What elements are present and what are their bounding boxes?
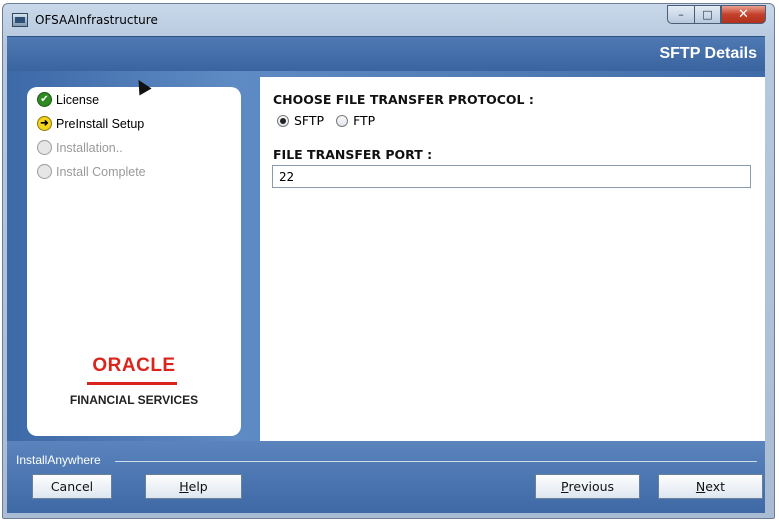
help-button[interactable]: Help [145, 474, 242, 499]
step-label: Installation.. [56, 140, 123, 155]
protocol-label: CHOOSE FILE TRANSFER PROTOCOL : [273, 92, 534, 107]
sftp-radio-label[interactable]: SFTP [294, 113, 324, 128]
circle-icon [37, 140, 52, 155]
next-button[interactable]: Next [658, 474, 763, 499]
port-input[interactable]: 22 [272, 165, 751, 188]
check-icon: ✔ [37, 92, 52, 107]
cancel-button[interactable]: Cancel [32, 474, 112, 499]
step-label: License [56, 92, 100, 107]
next-mnemonic: N [695, 479, 706, 494]
help-label: elp [188, 479, 208, 494]
step-label: Install Complete [56, 164, 146, 179]
title-bar[interactable]: OFSAAInfrastructure – □ ✕ [3, 4, 774, 34]
window-title: OFSAAInfrastructure [35, 13, 158, 27]
step-header: SFTP Details [7, 36, 765, 71]
step-preinstall-setup: ➜ PreInstall Setup [37, 116, 144, 131]
app-icon [12, 13, 28, 27]
oracle-subtitle: FINANCIAL SERVICES [69, 393, 199, 407]
previous-button[interactable]: Previous [535, 474, 640, 499]
step-license: ✔ License [37, 92, 99, 107]
protocol-radio-group: SFTP FTP [277, 113, 387, 128]
previous-mnemonic: P [560, 479, 569, 494]
steps-panel: ✔ License ➜ PreInstall Setup Installatio… [27, 87, 241, 436]
circle-icon [37, 164, 52, 179]
step-install-complete: Install Complete [37, 164, 146, 179]
footer-bar: InstallAnywhere Cancel Help Previous Nex… [7, 441, 765, 513]
port-label: FILE TRANSFER PORT : [273, 147, 433, 162]
step-installation: Installation.. [37, 140, 123, 155]
maximize-button[interactable]: □ [694, 5, 721, 24]
window-controls: – □ ✕ [667, 5, 766, 25]
close-button[interactable]: ✕ [721, 5, 766, 24]
main-panel: CHOOSE FILE TRANSFER PROTOCOL : SFTP FTP… [260, 77, 765, 441]
minimize-button[interactable]: – [667, 5, 694, 24]
next-label: ext [705, 479, 726, 494]
ftp-radio[interactable] [336, 114, 349, 127]
footer-divider [115, 461, 757, 462]
logo-underline [87, 382, 177, 385]
previous-label: revious [568, 479, 615, 494]
ftp-radio-label[interactable]: FTP [353, 113, 375, 128]
arrow-right-icon: ➜ [37, 116, 52, 131]
installanywhere-label: InstallAnywhere [16, 453, 101, 467]
sftp-radio[interactable] [277, 114, 289, 127]
oracle-logo: ORACLE [92, 355, 176, 376]
step-label: PreInstall Setup [56, 116, 145, 131]
page-title: SFTP Details [659, 45, 757, 62]
help-mnemonic: H [179, 479, 189, 494]
